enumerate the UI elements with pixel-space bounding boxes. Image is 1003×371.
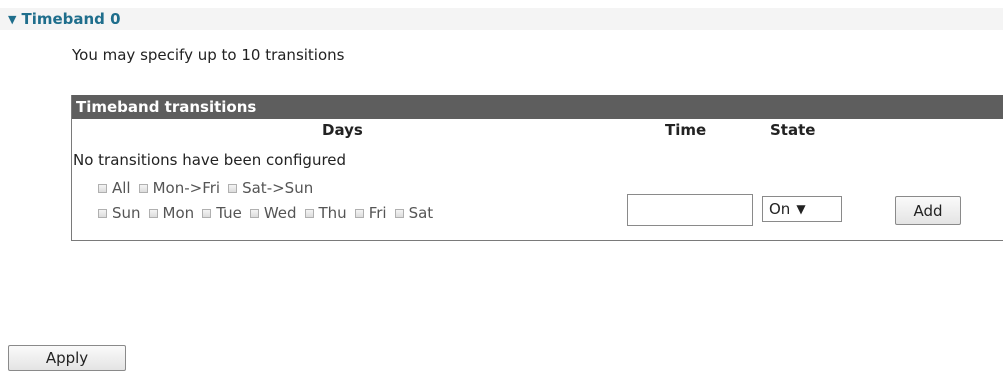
timeband-section-header[interactable]: ▼ Timeband 0 — [0, 8, 1003, 30]
checkbox-tue-box[interactable] — [202, 208, 212, 218]
checkbox-thu-label: Thu — [318, 204, 347, 222]
checkbox-thu-box[interactable] — [304, 208, 314, 218]
checkbox-sat-label: Sat — [408, 204, 434, 222]
column-header-days: Days — [322, 121, 363, 139]
table-title: Timeband transitions — [72, 95, 1003, 119]
checkbox-sun-box[interactable] — [98, 208, 107, 218]
select-arrow-icon: ▼ — [796, 202, 806, 216]
transitions-limit-note: You may specify up to 10 transitions — [72, 46, 345, 64]
checkbox-mon-box[interactable] — [148, 208, 158, 218]
checkbox-mon-fri-label: Mon->Fri — [152, 179, 221, 197]
checkbox-mon[interactable]: Mon — [148, 204, 195, 222]
checkbox-sun-label: Sun — [112, 204, 141, 222]
time-input[interactable] — [627, 194, 753, 226]
checkbox-wed-box[interactable] — [249, 208, 259, 218]
caret-down-icon[interactable]: ▼ — [8, 14, 16, 25]
checkbox-fri-box[interactable] — [354, 208, 364, 218]
state-select-value: On — [769, 200, 791, 218]
checkbox-mon-fri[interactable]: Mon->Fri — [138, 179, 221, 197]
checkbox-sat-sun-label: Sat->Sun — [242, 179, 314, 197]
column-headers: Days Time State — [72, 119, 1003, 141]
checkbox-sat-sun-box[interactable] — [228, 183, 238, 193]
state-select[interactable]: On ▼ — [762, 196, 842, 222]
checkbox-sun[interactable]: Sun — [98, 204, 141, 222]
column-header-time: Time — [665, 121, 707, 139]
checkbox-all[interactable]: All — [98, 179, 131, 197]
day-checkboxes: Sun Mon Tue Wed Thu Fri Sat — [98, 204, 441, 222]
checkbox-wed-label: Wed — [263, 204, 297, 222]
empty-message: No transitions have been configured — [73, 151, 347, 169]
checkbox-tue[interactable]: Tue — [202, 204, 242, 222]
checkbox-fri[interactable]: Fri — [354, 204, 387, 222]
checkbox-fri-label: Fri — [368, 204, 387, 222]
checkbox-sat[interactable]: Sat — [394, 204, 434, 222]
apply-button[interactable]: Apply — [8, 345, 126, 371]
day-group-checkboxes: All Mon->Fri Sat->Sun — [98, 179, 321, 197]
checkbox-tue-label: Tue — [216, 204, 242, 222]
section-title[interactable]: Timeband 0 — [21, 10, 120, 28]
checkbox-mon-label: Mon — [162, 204, 195, 222]
checkbox-wed[interactable]: Wed — [249, 204, 297, 222]
checkbox-thu[interactable]: Thu — [304, 204, 347, 222]
transitions-table: Timeband transitions Days Time State No … — [71, 95, 1003, 241]
add-button[interactable]: Add — [895, 196, 961, 225]
checkbox-sat-sun[interactable]: Sat->Sun — [228, 179, 313, 197]
checkbox-all-box[interactable] — [98, 183, 107, 193]
checkbox-sat-box[interactable] — [394, 208, 404, 218]
checkbox-all-label: All — [112, 179, 131, 197]
column-header-state: State — [770, 121, 816, 139]
checkbox-mon-fri-box[interactable] — [138, 183, 148, 193]
